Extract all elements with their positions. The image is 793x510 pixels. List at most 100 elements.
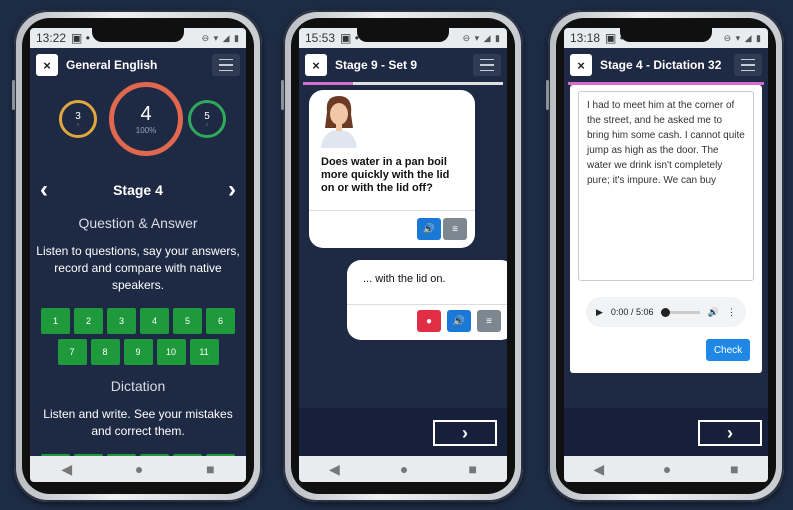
android-nav-bar: ◀ ● ■ [299, 456, 507, 482]
chevron-left-icon[interactable]: ‹ [40, 176, 48, 204]
qa-set-button[interactable]: 4 [140, 308, 169, 334]
qa-set-button[interactable]: 11 [189, 339, 219, 365]
next-button[interactable]: › [433, 420, 497, 446]
android-nav-bar: ◀ ● ■ [564, 456, 768, 482]
qa-title: Question & Answer [78, 215, 198, 231]
audio-seek-bar[interactable] [661, 307, 700, 317]
close-button[interactable]: × [36, 54, 58, 76]
page-title: General English [66, 58, 158, 72]
camera-notch [357, 28, 449, 42]
camera-notch [620, 28, 712, 42]
close-button[interactable]: × [305, 54, 327, 76]
app-header: × General English [30, 48, 246, 82]
status-icons: ⊖ ▾ ◢ ▮ [201, 32, 240, 43]
qa-set-button[interactable]: 7 [57, 339, 87, 365]
home-icon[interactable]: ● [400, 461, 408, 477]
progress-fill [303, 82, 353, 85]
show-text-button[interactable]: ≡ [443, 218, 467, 240]
record-mic-button[interactable]: ● [417, 310, 441, 332]
bubble-divider [309, 210, 475, 211]
show-text-button[interactable]: ≡ [477, 310, 501, 332]
score-circles: 3 ○ 4 100% 5 ○ [30, 82, 246, 178]
qa-set-button[interactable]: 1 [41, 308, 70, 334]
audio-time: 0:00 / 5:06 [610, 307, 654, 317]
score-center-value: 4 [140, 103, 152, 125]
score-circle-center[interactable]: 4 100% [109, 82, 183, 156]
phone-2: 15:53 ▣ • ⊖ ▾ ◢ ▮ × Stage 9 - Set 9 Does… [281, 10, 523, 502]
status-bar: 13:18 ▣ • ⊖ ▾ ◢ ▮ [564, 28, 768, 48]
screen-general-english: 13:22 ▣ • ⊖ ▾ ◢ ▮ × General English 3 ○ … [30, 28, 246, 482]
back-icon[interactable]: ◀ [329, 461, 340, 478]
play-audio-button[interactable]: 🔊 [417, 218, 441, 240]
qa-set-button[interactable]: 9 [123, 339, 153, 365]
screen-dictation: 13:18 ▣ • ⊖ ▾ ◢ ▮ × Stage 4 - Dictation … [564, 28, 768, 482]
status-time: 13:22 [36, 31, 67, 45]
status-time: 15:53 [305, 31, 336, 45]
qa-set-button[interactable]: 3 [107, 308, 136, 334]
seek-knob[interactable] [661, 307, 671, 317]
qa-set-button[interactable]: 2 [74, 308, 103, 334]
play-icon[interactable]: ▶ [596, 307, 603, 318]
teacher-avatar-icon [321, 96, 357, 148]
status-icons: ⊖ ▾ ◢ ▮ [723, 32, 762, 43]
play-audio-button[interactable]: 🔊 [447, 310, 471, 332]
back-icon[interactable]: ◀ [61, 461, 72, 478]
score-right-sub: ○ [205, 121, 209, 128]
home-icon[interactable]: ● [135, 461, 143, 477]
next-button[interactable]: › [698, 420, 762, 446]
score-circle-left[interactable]: 3 ○ [59, 100, 97, 138]
back-icon[interactable]: ◀ [593, 461, 604, 478]
answer-text: ... with the lid on. [363, 273, 446, 285]
qa-set-button[interactable]: 6 [206, 308, 235, 334]
score-left-value: 3 [75, 110, 81, 122]
recent-apps-icon[interactable]: ■ [206, 461, 214, 477]
qa-set-button[interactable]: 5 [173, 308, 202, 334]
progress-bar [303, 82, 503, 85]
qa-set-button[interactable]: 8 [90, 339, 120, 365]
hamburger-menu-icon[interactable] [734, 54, 762, 76]
hamburger-menu-icon[interactable] [212, 54, 240, 76]
home-icon[interactable]: ● [663, 461, 671, 477]
answer-bubble: ... with the lid on. ● 🔊 ≡ [347, 260, 507, 340]
page-title: Stage 4 - Dictation 32 [600, 58, 722, 72]
recent-apps-icon[interactable]: ■ [468, 461, 476, 477]
notification-icon: ▣ • [71, 31, 90, 45]
more-options-icon[interactable]: ⋮ [727, 307, 736, 318]
volume-icon[interactable]: 🔊 [708, 307, 719, 318]
screen-qa-set: 15:53 ▣ • ⊖ ▾ ◢ ▮ × Stage 9 - Set 9 Does… [299, 28, 507, 482]
hamburger-menu-icon[interactable] [473, 54, 501, 76]
status-time: 13:18 [570, 31, 601, 45]
score-circle-right[interactable]: 5 ○ [188, 100, 226, 138]
dictation-description: Listen and write. See your mistakes and … [43, 407, 233, 438]
audio-player: ▶ 0:00 / 5:06 🔊 ⋮ [586, 297, 746, 327]
qa-description: Listen to questions, say your answers, r… [36, 244, 240, 292]
bubble-divider [347, 304, 507, 305]
recent-apps-icon[interactable]: ■ [730, 461, 738, 477]
phone-3: 13:18 ▣ • ⊖ ▾ ◢ ▮ × Stage 4 - Dictation … [546, 10, 784, 502]
close-button[interactable]: × [570, 54, 592, 76]
score-left-sub: ○ [76, 121, 80, 128]
page-title: Stage 9 - Set 9 [335, 58, 418, 72]
side-button [546, 80, 549, 110]
question-text: Does water in a pan boil more quickly wi… [321, 156, 450, 194]
dictation-title: Dictation [110, 378, 166, 394]
qa-button-grid: 1 2 3 4 5 6 7 8 9 10 11 [30, 308, 246, 365]
stage-selector: ‹ Stage 4 › [30, 176, 246, 204]
chevron-right-icon[interactable]: › [228, 176, 236, 204]
app-header: × Stage 9 - Set 9 [299, 48, 507, 82]
phone-1: 13:22 ▣ • ⊖ ▾ ◢ ▮ × General English 3 ○ … [12, 10, 262, 502]
android-nav-bar: ◀ ● ■ [30, 456, 246, 482]
camera-notch [92, 28, 184, 42]
side-button [12, 80, 15, 110]
side-button [281, 80, 284, 110]
question-bubble: Does water in a pan boil more quickly wi… [309, 90, 475, 248]
qa-set-button[interactable]: 10 [156, 339, 186, 365]
dictation-card: I had to meet him at the corner of the s… [570, 85, 762, 373]
check-button[interactable]: Check [706, 339, 750, 361]
score-right-value: 5 [204, 110, 210, 122]
dictation-textarea[interactable]: I had to meet him at the corner of the s… [578, 91, 754, 281]
status-icons: ⊖ ▾ ◢ ▮ [462, 32, 501, 43]
app-header: × Stage 4 - Dictation 32 [564, 48, 768, 82]
status-bar: 15:53 ▣ • ⊖ ▾ ◢ ▮ [299, 28, 507, 48]
score-center-percent: 100% [135, 126, 157, 135]
